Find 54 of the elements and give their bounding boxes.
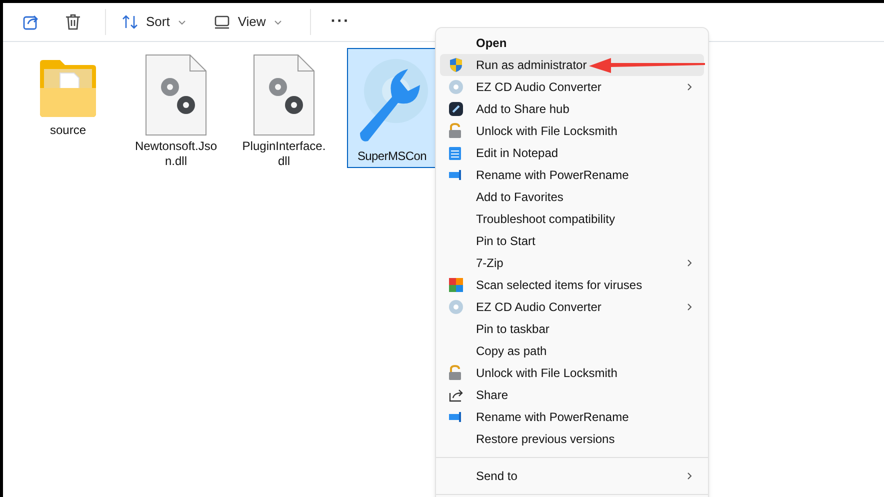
chevron-right-icon bbox=[687, 259, 692, 267]
sort-icon bbox=[122, 14, 138, 30]
menu-item[interactable]: EZ CD Audio Converter bbox=[440, 296, 704, 318]
rename-icon bbox=[448, 169, 464, 181]
dll-file-icon bbox=[252, 53, 316, 137]
chevron-right-icon bbox=[687, 303, 692, 311]
file-item[interactable]: Newtonsoft.Json.dll bbox=[131, 48, 221, 170]
rename-icon bbox=[448, 411, 464, 423]
scan-icon bbox=[448, 277, 464, 293]
dll-file-icon bbox=[144, 53, 208, 137]
file-name: Newtonsoft.Json.dll bbox=[134, 139, 218, 169]
menu-item[interactable]: Send to bbox=[440, 465, 704, 487]
menu-item[interactable]: Run as administrator bbox=[440, 54, 704, 76]
padlock-icon bbox=[448, 123, 462, 139]
menu-item[interactable]: Rename with PowerRename bbox=[440, 164, 704, 186]
chevron-down-icon bbox=[274, 20, 282, 24]
share-icon bbox=[22, 13, 40, 31]
menu-item[interactable]: EZ CD Audio Converter bbox=[440, 76, 704, 98]
hub-icon bbox=[448, 101, 464, 117]
disc-icon bbox=[448, 299, 464, 315]
share-icon bbox=[448, 387, 464, 403]
menu-item[interactable]: Open bbox=[440, 32, 704, 54]
menu-item[interactable]: Add to Favorites bbox=[440, 186, 704, 208]
chevron-right-icon bbox=[687, 472, 692, 480]
menu-item[interactable]: Pin to Start bbox=[440, 230, 704, 252]
file-item[interactable]: source bbox=[23, 48, 113, 139]
menu-item[interactable]: Copy as path bbox=[440, 340, 704, 362]
menu-item[interactable]: Add to Share hub bbox=[440, 98, 704, 120]
menu-item[interactable]: Unlock with File Locksmith bbox=[440, 362, 704, 384]
view-button[interactable]: View bbox=[206, 8, 290, 36]
menu-item[interactable]: Scan selected items for viruses bbox=[440, 274, 704, 296]
menu-item[interactable]: Share bbox=[440, 384, 704, 406]
file-item[interactable]: SuperMSCon bbox=[347, 48, 437, 168]
file-item[interactable]: PluginInterface.dll bbox=[239, 48, 329, 170]
menu-item[interactable]: Rename with PowerRename bbox=[440, 406, 704, 428]
chevron-down-icon bbox=[178, 20, 186, 24]
more-button[interactable]: ··· bbox=[318, 8, 362, 36]
file-name: PluginInterface.dll bbox=[241, 139, 327, 169]
menu-item[interactable]: Pin to taskbar bbox=[440, 318, 704, 340]
delete-icon bbox=[65, 13, 81, 31]
notepad-icon bbox=[448, 145, 462, 161]
sort-button[interactable]: Sort bbox=[114, 8, 194, 36]
shield-icon bbox=[448, 57, 464, 73]
chevron-right-icon bbox=[687, 83, 692, 91]
file-name: source bbox=[48, 123, 88, 138]
file-name: SuperMSCon bbox=[356, 149, 428, 164]
menu-item[interactable]: Unlock with File Locksmith bbox=[440, 120, 704, 142]
view-icon bbox=[214, 15, 230, 29]
menu-item[interactable]: Restore previous versions bbox=[440, 428, 704, 450]
menu-item[interactable]: 7-Zip bbox=[440, 252, 704, 274]
disc-icon bbox=[448, 79, 464, 95]
menu-item[interactable]: Edit in Notepad bbox=[440, 142, 704, 164]
padlock-icon bbox=[448, 365, 462, 381]
menu-item[interactable]: Troubleshoot compatibility bbox=[440, 208, 704, 230]
